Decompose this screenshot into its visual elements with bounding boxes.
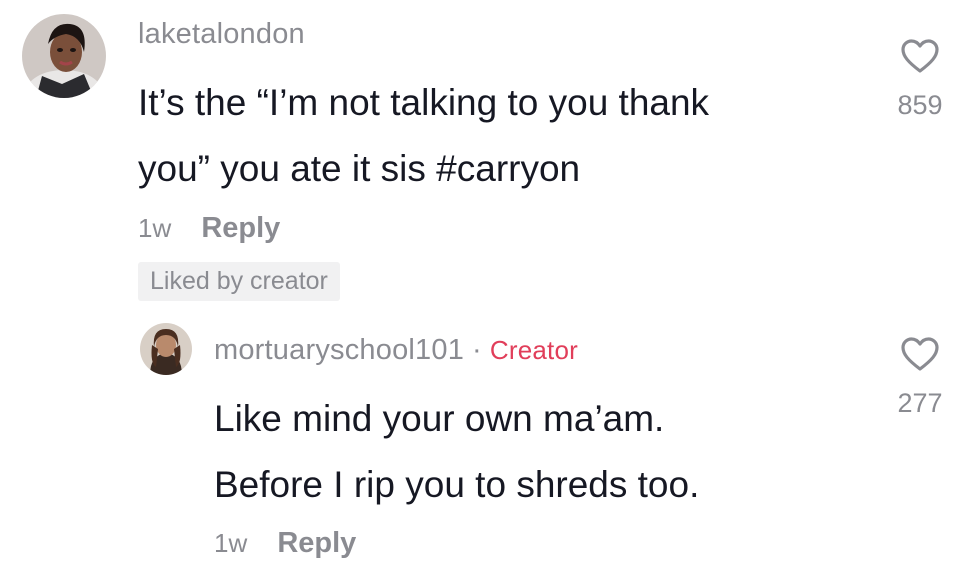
comment-text-line-2: you” you ate it sis #carryon (138, 148, 581, 189)
liked-by-creator-badge: Liked by creator (138, 262, 340, 301)
reply-like-count: 277 (897, 388, 943, 418)
reply-like-control: 277 (880, 336, 960, 419)
comment-text-line-1: It’s the “I’m not talking to you thank (138, 82, 710, 123)
reply-reply-button[interactable]: Reply (277, 527, 356, 559)
comment-username[interactable]: laketalondon (138, 18, 305, 51)
comment-timestamp: 1w (138, 213, 172, 243)
comment-meta: 1w Reply (138, 212, 280, 245)
reply-button[interactable]: Reply (201, 212, 280, 244)
comments-panel: laketalondon It’s the “I’m not talking t… (0, 0, 980, 577)
reply-username[interactable]: mortuaryschool101 (214, 334, 464, 366)
heart-outline-icon[interactable] (900, 336, 940, 372)
creator-label: Creator (489, 335, 578, 365)
like-control: 859 (880, 38, 960, 121)
separator-dot: · (472, 334, 482, 366)
reply-text-line-1: Like mind your own ma’am. (214, 398, 665, 439)
heart-outline-icon[interactable] (900, 38, 940, 74)
reply-text-line-2: Before I rip you to shreds too. (214, 464, 700, 505)
reply-avatar[interactable] (140, 323, 192, 375)
avatar[interactable] (22, 14, 106, 98)
reply-timestamp: 1w (214, 528, 248, 558)
reply-header: mortuaryschool101 · Creator (214, 334, 578, 367)
reply-meta: 1w Reply (214, 527, 356, 560)
like-count: 859 (897, 90, 943, 120)
